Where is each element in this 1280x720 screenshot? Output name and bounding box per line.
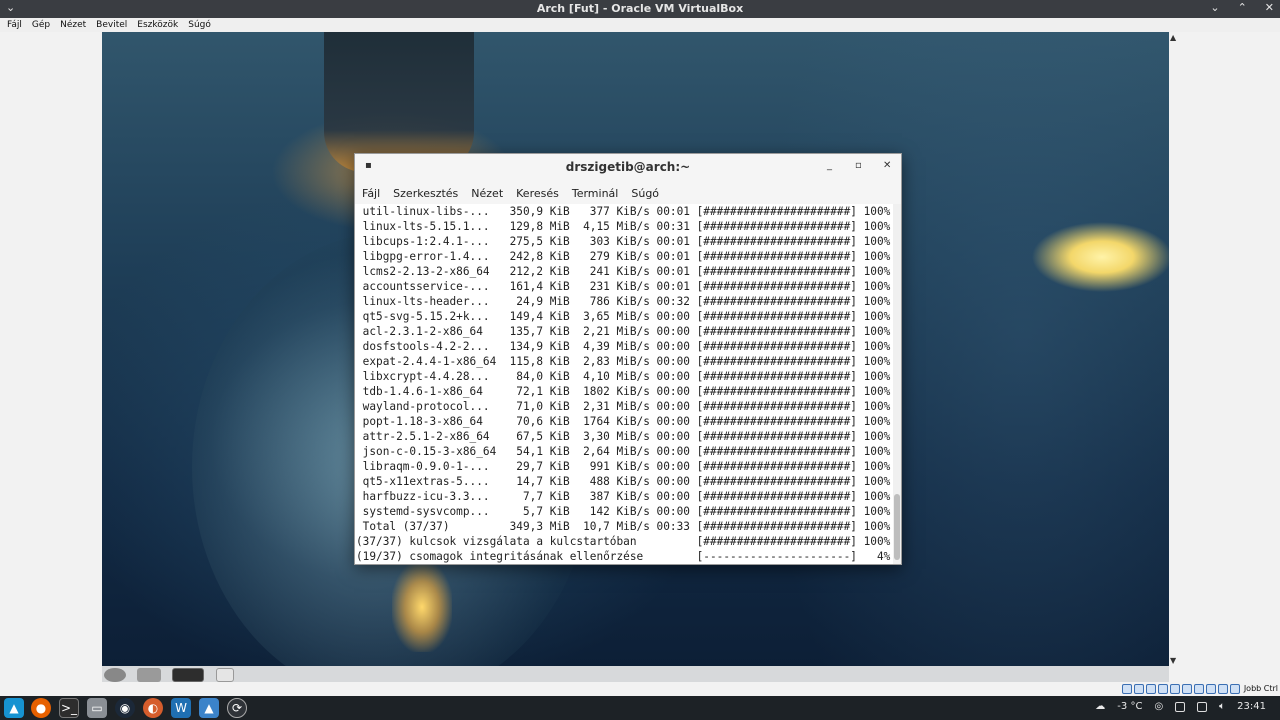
host-key-label: Jobb Ctrl — [1243, 684, 1278, 693]
display-tray-icon[interactable] — [1197, 701, 1208, 712]
system-tray: ☁ -3 °C ◎ 🔈︎ 23:41 — [1095, 701, 1266, 712]
terminal-line: linux-lts-header... 24,9 MiB 786 KiB/s 0… — [356, 295, 891, 308]
terminal-line: wayland-protocol... 71,0 KiB 2,31 MiB/s … — [356, 400, 891, 413]
hdd-status-icon[interactable] — [1122, 684, 1132, 694]
audio-status-icon[interactable] — [1146, 684, 1156, 694]
guest-terminal-icon[interactable] — [172, 668, 204, 682]
terminal-menu-terminal[interactable]: Terminál — [572, 187, 619, 200]
mouse-status-icon[interactable] — [1230, 684, 1240, 694]
terminal-line: harfbuzz-icu-3.3... 7,7 KiB 387 KiB/s 00… — [356, 490, 891, 503]
terminal-menu-search[interactable]: Keresés — [516, 187, 559, 200]
scroll-up-icon[interactable]: ▲ — [1170, 33, 1176, 42]
menu-file[interactable]: Fájl — [7, 20, 22, 30]
virtualbox-taskbar-icon[interactable]: ▲ — [199, 698, 219, 718]
terminal-line: json-c-0.15-3-x86_64 54,1 KiB 2,64 MiB/s… — [356, 445, 891, 458]
host-window-controls: ⌄ ⌃ ✕ — [1210, 1, 1274, 14]
vbox-menubar: Fájl Gép Nézet Bevitel Eszközök Súgó — [0, 18, 1280, 32]
host-window-title: Arch [Fut] - Oracle VM VirtualBox — [536, 2, 744, 15]
optical-status-icon[interactable] — [1134, 684, 1144, 694]
menu-view[interactable]: Nézet — [60, 20, 86, 30]
recording-status-icon[interactable] — [1206, 684, 1216, 694]
terminal-menu-help[interactable]: Súgó — [631, 187, 659, 200]
guest-files-icon[interactable] — [137, 668, 161, 682]
terminal-line: qt5-svg-5.15.2+k... 149,4 KiB 3,65 MiB/s… — [356, 310, 891, 323]
guest-panel — [102, 666, 1169, 682]
maximize-icon[interactable]: ⌃ — [1238, 1, 1247, 14]
office-app-icon[interactable]: W — [171, 698, 191, 718]
terminal-line: tdb-1.4.6-1-x86_64 72,1 KiB 1802 KiB/s 0… — [356, 385, 891, 398]
terminal-menu-edit[interactable]: Szerkesztés — [393, 187, 458, 200]
guest-editor-icon[interactable] — [216, 668, 234, 682]
terminal-line: qt5-x11extras-5.... 14,7 KiB 488 KiB/s 0… — [356, 475, 891, 488]
terminal-line: lcms2-2.13-2-x86_64 212,2 KiB 241 KiB/s … — [356, 265, 891, 278]
terminal-line: linux-lts-5.15.1... 129,8 MiB 4,15 MiB/s… — [356, 220, 891, 233]
menu-machine[interactable]: Gép — [32, 20, 50, 30]
terminal-line: util-linux-libs-... 350,9 KiB 377 KiB/s … — [356, 205, 891, 218]
cpu-status-icon[interactable] — [1218, 684, 1228, 694]
terminal-line: Total (37/37) 349,3 MiB 10,7 MiB/s 00:33… — [356, 520, 891, 533]
usb-status-icon[interactable] — [1170, 684, 1180, 694]
terminal-titlebar[interactable]: ▪ drszigetib@arch:~ _ ▫ ✕ — [355, 154, 901, 182]
terminal-window[interactable]: ▪ drszigetib@arch:~ _ ▫ ✕ Fájl Szerkeszt… — [354, 153, 902, 565]
display-status-icon[interactable] — [1194, 684, 1204, 694]
weather-icon[interactable]: ☁ — [1095, 701, 1105, 712]
scroll-down-icon[interactable]: ▼ — [1170, 656, 1176, 665]
vm-scrollbar[interactable] — [1169, 32, 1179, 682]
browser-icon[interactable]: ◐ — [143, 698, 163, 718]
terminal-line: popt-1.18-3-x86_64 70,6 KiB 1764 KiB/s 0… — [356, 415, 891, 428]
terminal-line: accountsservice-... 161,4 KiB 231 KiB/s … — [356, 280, 891, 293]
menu-tools[interactable]: Eszközök — [137, 20, 178, 30]
steam-icon[interactable]: ◉ — [115, 698, 135, 718]
weather-temp[interactable]: -3 °C — [1117, 701, 1142, 712]
terminal-line: (19/37) csomagok integritásának ellenőrz… — [356, 550, 891, 563]
updater-icon[interactable]: ⟳ — [227, 698, 247, 718]
terminal-line: libgpg-error-1.4... 242,8 KiB 279 KiB/s … — [356, 250, 891, 263]
host-titlebar: ⌄ Arch [Fut] - Oracle VM VirtualBox ⌄ ⌃ … — [0, 0, 1280, 18]
wallpaper-filament — [392, 562, 452, 652]
terminal-line: dosfstools-4.2-2... 134,9 KiB 4,39 MiB/s… — [356, 340, 891, 353]
arch-launcher-icon[interactable]: ▲ — [4, 698, 24, 718]
terminal-output[interactable]: util-linux-libs-... 350,9 KiB 377 KiB/s … — [355, 204, 893, 564]
terminal-app-icon[interactable]: >_ — [59, 698, 79, 718]
menu-input[interactable]: Bevitel — [96, 20, 127, 30]
files-app-icon[interactable]: ▭ — [87, 698, 107, 718]
network-status-icon[interactable] — [1158, 684, 1168, 694]
steam-tray-icon[interactable]: ◎ — [1154, 701, 1163, 712]
terminal-line: attr-2.5.1-2-x86_64 67,5 KiB 3,30 MiB/s … — [356, 430, 891, 443]
volume-icon[interactable]: 🔈︎ — [1219, 701, 1225, 712]
wallpaper-bulb-cap — [324, 32, 474, 172]
terminal-line: acl-2.3.1-2-x86_64 135,7 KiB 2,21 MiB/s … — [356, 325, 891, 338]
clipboard-tray-icon[interactable] — [1175, 701, 1186, 712]
terminal-scrollbar-thumb[interactable] — [894, 494, 900, 560]
terminal-scrollbar[interactable] — [893, 204, 901, 564]
terminal-menubar: Fájl Szerkesztés Nézet Keresés Terminál … — [355, 182, 901, 204]
terminal-line: libxcrypt-4.4.28... 84,0 KiB 4,10 MiB/s … — [356, 370, 891, 383]
close-icon[interactable]: ✕ — [1265, 1, 1274, 14]
minimize-icon[interactable]: ⌄ — [1210, 1, 1219, 14]
shared-folder-status-icon[interactable] — [1182, 684, 1192, 694]
close-icon[interactable]: ✕ — [883, 160, 891, 171]
terminal-menu-view[interactable]: Nézet — [471, 187, 503, 200]
guest-menu-icon[interactable] — [104, 668, 126, 682]
maximize-icon[interactable]: ▫ — [855, 160, 862, 171]
terminal-line: systemd-sysvcomp... 5,7 KiB 142 KiB/s 00… — [356, 505, 891, 518]
terminal-line: libraqm-0.9.0-1-... 29,7 KiB 991 KiB/s 0… — [356, 460, 891, 473]
terminal-title: drszigetib@arch:~ — [565, 160, 691, 174]
terminal-line: libcups-1:2.4.1-... 275,5 KiB 303 KiB/s … — [356, 235, 891, 248]
minimize-icon[interactable]: _ — [827, 160, 832, 171]
terminal-menu-file[interactable]: Fájl — [362, 187, 380, 200]
terminal-line: (37/37) kulcsok vizsgálata a kulcstartób… — [356, 535, 891, 548]
firefox-icon[interactable]: ● — [31, 698, 51, 718]
vbox-status-icons — [1122, 684, 1240, 694]
menu-help[interactable]: Súgó — [188, 20, 211, 30]
vbox-status-bar — [0, 682, 1280, 696]
host-taskbar — [0, 696, 1280, 720]
terminal-line: expat-2.4.4-1-x86_64 115,8 KiB 2,83 MiB/… — [356, 355, 891, 368]
clock[interactable]: 23:41 — [1237, 701, 1266, 712]
